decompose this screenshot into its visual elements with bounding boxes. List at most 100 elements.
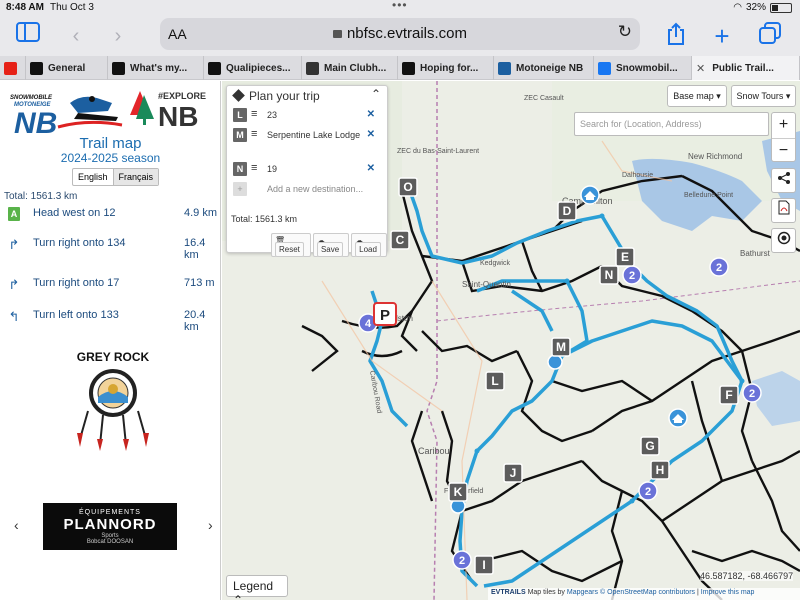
direction-step[interactable]: A Head west on 12 4.9 km — [0, 207, 221, 237]
location-search-input[interactable]: Search for (Location, Address) — [574, 112, 769, 136]
sponsor-line2: PLANNORD — [63, 516, 157, 533]
language-switch: English Français — [72, 168, 160, 186]
svg-text:K: K — [454, 485, 463, 499]
waypoint-marker-j[interactable]: J — [503, 463, 523, 483]
back-icon[interactable]: ‹ — [62, 22, 90, 50]
evtrails-icon — [402, 61, 415, 75]
tab-1[interactable]: General — [26, 56, 108, 80]
status-date: Thu Oct 3 — [50, 2, 94, 13]
zoom-out-button[interactable]: − — [772, 138, 795, 163]
tab-label: Qualipieces... — [226, 62, 291, 74]
waypoint-marker-i[interactable]: I — [474, 555, 494, 575]
direction-steps: A Head west on 12 4.9 km ↱ Turn right onto 1… — [0, 207, 221, 349]
drag-handle-icon[interactable]: ≡ — [251, 162, 257, 174]
waypoint-marker-h[interactable]: H — [650, 460, 670, 480]
tab-6[interactable]: Motoneige NB — [494, 56, 594, 80]
tab-strip: General What's my... Qualipieces... Main Cl… — [0, 56, 800, 80]
direction-step[interactable]: ↱ Turn right onto 134 16.4 km — [0, 237, 221, 277]
tab-label: Motoneige NB — [516, 62, 584, 74]
waypoint-marker-n[interactable]: N — [599, 265, 619, 285]
svg-text:4: 4 — [365, 318, 372, 330]
mapgears-link[interactable]: Mapgears — [567, 589, 598, 596]
base-map-dropdown[interactable]: Base map ▾ — [667, 85, 727, 107]
tab-label: General — [48, 62, 86, 74]
lodge-icon-m — [547, 354, 563, 370]
logo-left-nb: NB — [14, 107, 57, 135]
tab-4[interactable]: Main Clubh... — [302, 56, 398, 80]
url-text[interactable]: nbfsc.evtrails.com — [160, 25, 640, 42]
remove-waypoint-icon[interactable]: ✕ — [367, 129, 375, 140]
tab-2[interactable]: What's my... — [108, 56, 204, 80]
waypoint-marker-f[interactable]: F — [719, 385, 739, 405]
waypoint-marker-k[interactable]: K — [448, 482, 468, 502]
locate-me-icon[interactable] — [771, 228, 796, 253]
save-button[interactable]: ☁ Save — [312, 233, 350, 257]
direction-step[interactable]: ↰ Turn left onto 133 20.4 km — [0, 309, 221, 349]
step-distance: 713 m — [184, 277, 215, 289]
plannord-sponsor-banner[interactable]: ÉQUIPEMENTS PLANNORD Sports Bobcat DOOSA… — [43, 503, 177, 550]
sponsor-next-icon[interactable]: › — [208, 517, 213, 533]
drag-handle-icon[interactable]: ≡ — [251, 128, 257, 140]
plan-actions: 🗑 Reset ☁ Save ☁ Load — [271, 233, 387, 257]
lodge-icon-campbellton — [580, 185, 600, 205]
collapse-chevron-icon[interactable]: ⌃ — [371, 87, 381, 101]
sidebar-toggle-icon[interactable] — [14, 22, 42, 50]
improve-map-link[interactable]: Improve this map — [701, 589, 755, 596]
place-zec-casault: ZEC Casault — [524, 95, 564, 102]
snowmobile-nb-logo: SNOWMOBILE MOTONEIGE NB — [10, 95, 123, 135]
svg-text:I: I — [482, 558, 485, 572]
waypoint-row[interactable]: L ≡ 23 ✕ — [227, 106, 387, 126]
waypoint-marker-c[interactable]: C — [390, 230, 410, 250]
direction-step[interactable]: ↱ Turn right onto 17 713 m — [0, 277, 221, 309]
waypoint-row[interactable]: N ≡ 19 ✕ — [227, 160, 387, 180]
address-bar[interactable]: AA nbfsc.evtrails.com ↻ — [160, 18, 640, 50]
tab-overview-icon[interactable] — [756, 22, 784, 50]
load-button[interactable]: ☁ Load — [351, 233, 387, 257]
legend-button[interactable]: Legend ⌃ — [226, 575, 288, 607]
new-tab-icon[interactable]: + — [708, 22, 736, 50]
waypoint-name[interactable]: Serpentine Lake Lodge — [267, 130, 367, 140]
osm-link[interactable]: © OpenStreetMap contributors — [600, 589, 695, 596]
drag-handle-icon[interactable]: ≡ — [251, 108, 257, 120]
tab-7[interactable]: Snowmobil... — [594, 56, 692, 80]
reload-icon[interactable]: ↻ — [618, 22, 632, 42]
lang-french-button[interactable]: Français — [112, 169, 159, 185]
remove-waypoint-icon[interactable]: ✕ — [367, 163, 375, 174]
plan-total: Total: 1561.3 km — [231, 214, 298, 224]
waypoint-marker-g[interactable]: G — [640, 436, 660, 456]
plan-trip-header[interactable]: Plan your trip ⌃ — [227, 86, 387, 106]
multitask-dots-icon[interactable]: ••• — [392, 0, 408, 12]
place-new-richmond: New Richmond — [688, 152, 742, 161]
waypoint-marker-l[interactable]: L — [485, 371, 505, 391]
lang-english-button[interactable]: English — [73, 169, 113, 185]
waypoint-name[interactable]: 19 — [267, 164, 367, 174]
waypoint-marker-m[interactable]: M — [551, 337, 571, 357]
tab-0[interactable] — [0, 56, 26, 80]
forward-icon[interactable]: › — [104, 22, 132, 50]
tab-3[interactable]: Qualipieces... — [204, 56, 302, 80]
tab-5[interactable]: Hoping for... — [398, 56, 494, 80]
cluster-marker-i: 2 — [452, 550, 472, 570]
tab-label: Public Trail... — [712, 62, 774, 74]
snow-tours-dropdown[interactable]: Snow Tours ▾ — [731, 85, 796, 107]
facebook-icon — [598, 61, 611, 75]
sponsor-prev-icon[interactable]: ‹ — [14, 517, 19, 533]
zoom-in-button[interactable]: + — [772, 113, 795, 138]
tab-8[interactable]: ✕ Public Trail... — [692, 56, 800, 80]
waypoint-name[interactable]: 23 — [267, 110, 367, 120]
share-map-icon[interactable] — [771, 168, 796, 193]
remove-waypoint-icon[interactable]: ✕ — [367, 109, 375, 120]
share-icon[interactable] — [662, 22, 690, 50]
waypoint-marker-d[interactable]: D — [557, 201, 577, 221]
place-saint-quentin: Saint-Quentin — [462, 280, 511, 289]
waypoint-marker-e[interactable]: E — [615, 247, 635, 267]
waypoint-list: L ≡ 23 ✕ M ≡ Serpentine Lake Lodge ✕ N ≡ 19 ✕ — [227, 106, 387, 180]
pdf-export-icon[interactable] — [771, 198, 796, 223]
tab-close-icon[interactable]: ✕ — [696, 62, 705, 75]
add-destination-row[interactable]: + Add a new destination... — [227, 180, 387, 200]
reset-button[interactable]: 🗑 Reset — [271, 233, 311, 257]
svg-text:F: F — [725, 388, 732, 402]
add-destination-input[interactable]: Add a new destination... — [267, 184, 363, 194]
waypoint-row[interactable]: M ≡ Serpentine Lake Lodge ✕ — [227, 126, 387, 160]
waypoint-marker-o[interactable]: O — [398, 177, 418, 197]
